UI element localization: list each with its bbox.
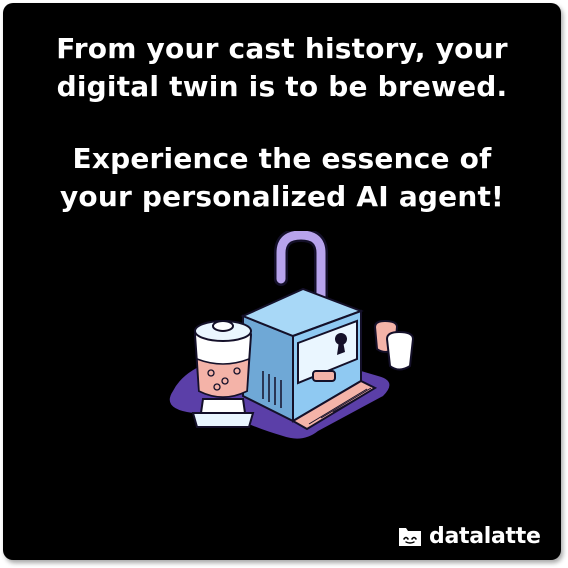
headline-line-4: your personalized AI agent! [59, 180, 505, 213]
brand-name: datalatte [429, 523, 541, 549]
headline-intro: From your cast history, your digital twi… [3, 30, 561, 106]
grinder-base [199, 398, 247, 414]
headline-tagline: Experience the essence of your personali… [3, 140, 561, 216]
espresso-machine-illustration [169, 231, 415, 439]
headline-line-3: Experience the essence of [72, 142, 492, 175]
datalatte-logo-icon [399, 528, 421, 546]
headline-line-2: digital twin is to be brewed. [56, 70, 508, 103]
promo-card: From your cast history, your digital twi… [3, 3, 561, 560]
machine-spout [312, 370, 336, 382]
headline-line-1: From your cast history, your [56, 32, 508, 65]
cup-front [385, 330, 415, 371]
brand-logo: datalatte [397, 521, 541, 551]
